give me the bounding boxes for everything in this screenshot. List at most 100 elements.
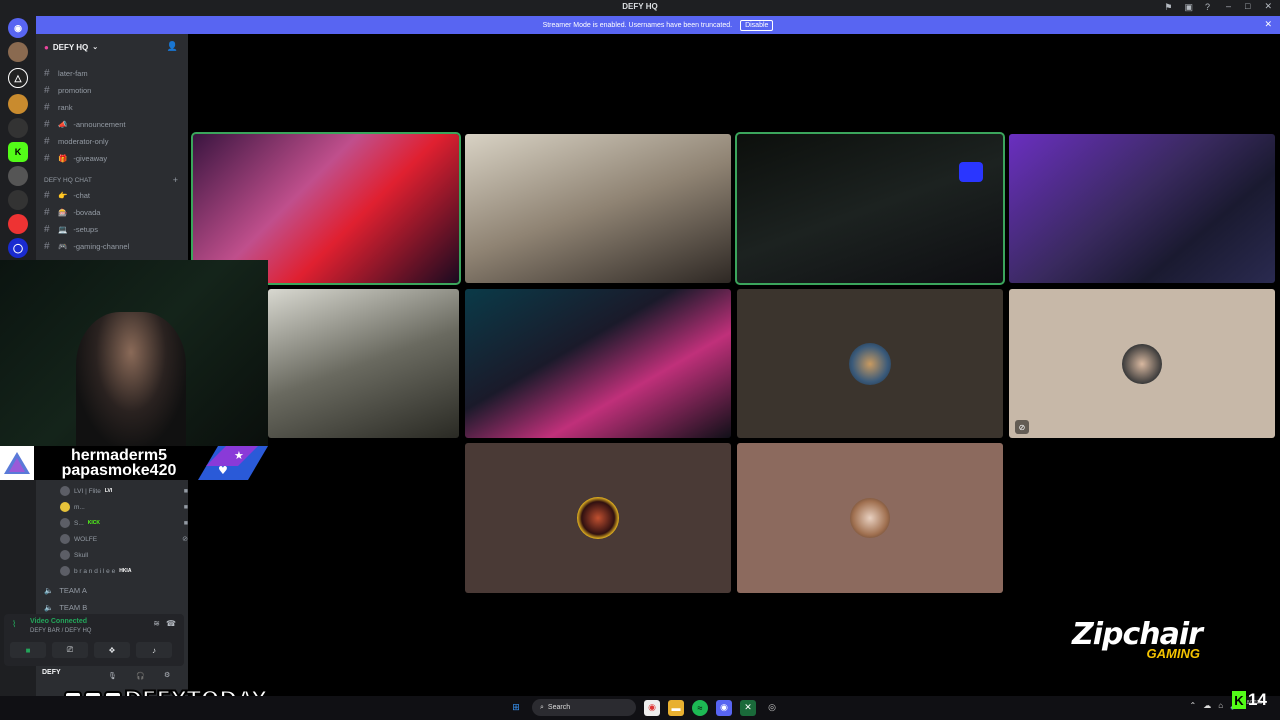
streamer-facecam: [0, 260, 268, 446]
server-icon[interactable]: [8, 94, 28, 114]
voice-user-name: m...: [74, 503, 85, 511]
video-tile[interactable]: [1009, 134, 1275, 283]
voice-channel-label: TEAM A: [59, 586, 87, 595]
obs-icon[interactable]: ◎: [764, 700, 780, 716]
search-icon: ⌕: [540, 703, 544, 711]
help-icon[interactable]: ?: [1205, 2, 1210, 13]
server-icon[interactable]: ◯: [8, 238, 28, 258]
disconnect-icon[interactable]: ☎: [166, 619, 176, 628]
channel-moderator-only[interactable]: # moderator-only: [44, 134, 108, 148]
camera-icon: ■: [183, 503, 188, 511]
heart-star-banner-icon: ★ ♥: [198, 446, 268, 480]
share-screen-button[interactable]: ⎚: [52, 642, 88, 658]
hash-icon: #: [44, 206, 50, 218]
channel-gaming[interactable]: # 🎮 -gaming-channel: [44, 239, 129, 253]
cloud-icon[interactable]: ☁: [1203, 701, 1211, 710]
video-tile-avatar[interactable]: ⊘: [1009, 289, 1275, 438]
voice-user[interactable]: WOLFE ⊘: [60, 532, 190, 546]
inbox-icon[interactable]: ⚑: [1164, 2, 1172, 13]
taskbar-search[interactable]: ⌕ Search: [532, 699, 636, 716]
channel-label: moderator-only: [58, 136, 109, 146]
screen-icon[interactable]: ▣: [1184, 2, 1193, 13]
voice-user-name: Skull: [74, 551, 89, 559]
chrome-icon[interactable]: ◉: [644, 699, 660, 716]
kick-server-icon[interactable]: K: [8, 142, 28, 162]
close-icon[interactable]: ✕: [1264, 19, 1272, 30]
avatar: [850, 498, 890, 538]
channel-chat[interactable]: # 👉 -chat: [44, 188, 90, 202]
server-icon[interactable]: [8, 166, 28, 186]
server-icon[interactable]: [8, 190, 28, 210]
windows-start-icon[interactable]: ⊞: [508, 700, 524, 716]
file-explorer-icon[interactable]: ▬: [668, 699, 684, 716]
hash-icon: #: [44, 118, 50, 130]
voice-channel-team-a[interactable]: 🔈 TEAM A: [44, 586, 87, 595]
channel-giveaway[interactable]: # 🎁 -giveaway: [44, 151, 107, 165]
channel-setups[interactable]: # 💻 -setups: [44, 222, 98, 236]
video-tile[interactable]: [735, 132, 1005, 285]
close-window-icon[interactable]: ✕: [1264, 1, 1272, 12]
gamepad-icon: 🎮: [58, 241, 68, 251]
server-icon[interactable]: [8, 214, 28, 234]
voice-user[interactable]: m... ■: [60, 500, 190, 514]
voice-user-name: LVI | Flite: [74, 487, 101, 495]
tray-expand-icon[interactable]: ⌃: [1189, 701, 1196, 710]
speaker-icon: 🔈: [44, 586, 54, 595]
voice-user[interactable]: S... KICK ■: [60, 516, 190, 530]
voice-channel-team-b[interactable]: 🔈 TEAM B: [44, 603, 87, 612]
channel-rank[interactable]: # rank: [44, 100, 73, 114]
video-tile-avatar[interactable]: [465, 443, 731, 593]
server-icon[interactable]: △: [8, 68, 28, 88]
voice-user-name: b r a n d i l e e: [74, 567, 116, 575]
video-tile-avatar[interactable]: [737, 289, 1003, 438]
channel-bovada[interactable]: # 🎰 -bovada: [44, 205, 100, 219]
channel-label: -announcement: [73, 119, 126, 129]
voice-user[interactable]: b r a n d i l e e HKIA: [60, 564, 190, 578]
minimize-icon[interactable]: –: [1226, 1, 1231, 12]
activities-button[interactable]: ❖: [94, 642, 130, 658]
disable-streamer-mode-button[interactable]: Disable: [740, 19, 774, 31]
video-tile[interactable]: [268, 289, 459, 438]
overlay-name-plate: hermaderm5 papasmoke420 ★ ♥: [0, 446, 268, 480]
channel-promotion[interactable]: # promotion: [44, 83, 91, 97]
spotify-icon[interactable]: ≈: [692, 699, 708, 716]
voice-location[interactable]: DEFY BAR / DEFY HQ: [30, 628, 91, 634]
voice-user[interactable]: LVI | Flite LVI ■: [60, 484, 190, 498]
hash-icon: #: [44, 135, 50, 147]
kick-follower-badge: K 14: [1232, 690, 1267, 710]
channel-later-fam[interactable]: # later-fam: [44, 66, 88, 80]
svg-text:♥: ♥: [218, 464, 228, 477]
slot-machine-icon: 🎰: [58, 207, 68, 217]
category-chat[interactable]: DEFY HQ CHAT: [44, 177, 92, 184]
video-tile[interactable]: [465, 289, 731, 438]
kick-count: 14: [1248, 690, 1267, 709]
network-icon[interactable]: ⌂: [1218, 701, 1223, 710]
server-badge-icon: ●: [44, 42, 49, 52]
excel-icon[interactable]: ✕: [740, 699, 756, 716]
channel-label: -giveaway: [73, 153, 108, 163]
overlay-name-line1: hermaderm5: [70, 447, 168, 464]
video-tile[interactable]: [465, 134, 731, 283]
server-icon[interactable]: [8, 118, 28, 138]
discord-icon[interactable]: ◉: [716, 699, 732, 716]
server-header[interactable]: ● DEFY HQ ⌄ 👤: [36, 38, 188, 56]
chevron-down-icon: ⌄: [92, 44, 99, 51]
invite-people-icon[interactable]: 👤: [167, 41, 178, 52]
maximize-icon[interactable]: □: [1245, 1, 1250, 12]
window-controls: – □ ✕: [1226, 1, 1272, 12]
channel-announcement[interactable]: # 📣 -announcement: [44, 117, 125, 131]
server-icon[interactable]: [8, 42, 28, 62]
settings-gear-icon[interactable]: ⚙: [164, 671, 170, 679]
soundboard-button[interactable]: ♪: [136, 642, 172, 658]
microphone-icon[interactable]: 🎙: [108, 672, 117, 680]
add-channel-icon[interactable]: +: [173, 175, 178, 185]
noise-suppression-icon[interactable]: ≋: [153, 619, 160, 628]
blue-light-decor: [959, 162, 983, 182]
voice-user[interactable]: Skull: [60, 548, 190, 562]
hash-icon: #: [44, 152, 50, 164]
discord-home-icon[interactable]: ◉: [8, 18, 28, 38]
camera-button[interactable]: ■: [10, 642, 46, 658]
channel-label: promotion: [58, 85, 92, 95]
headset-icon[interactable]: 🎧: [136, 672, 145, 680]
video-tile-avatar[interactable]: [737, 443, 1003, 593]
